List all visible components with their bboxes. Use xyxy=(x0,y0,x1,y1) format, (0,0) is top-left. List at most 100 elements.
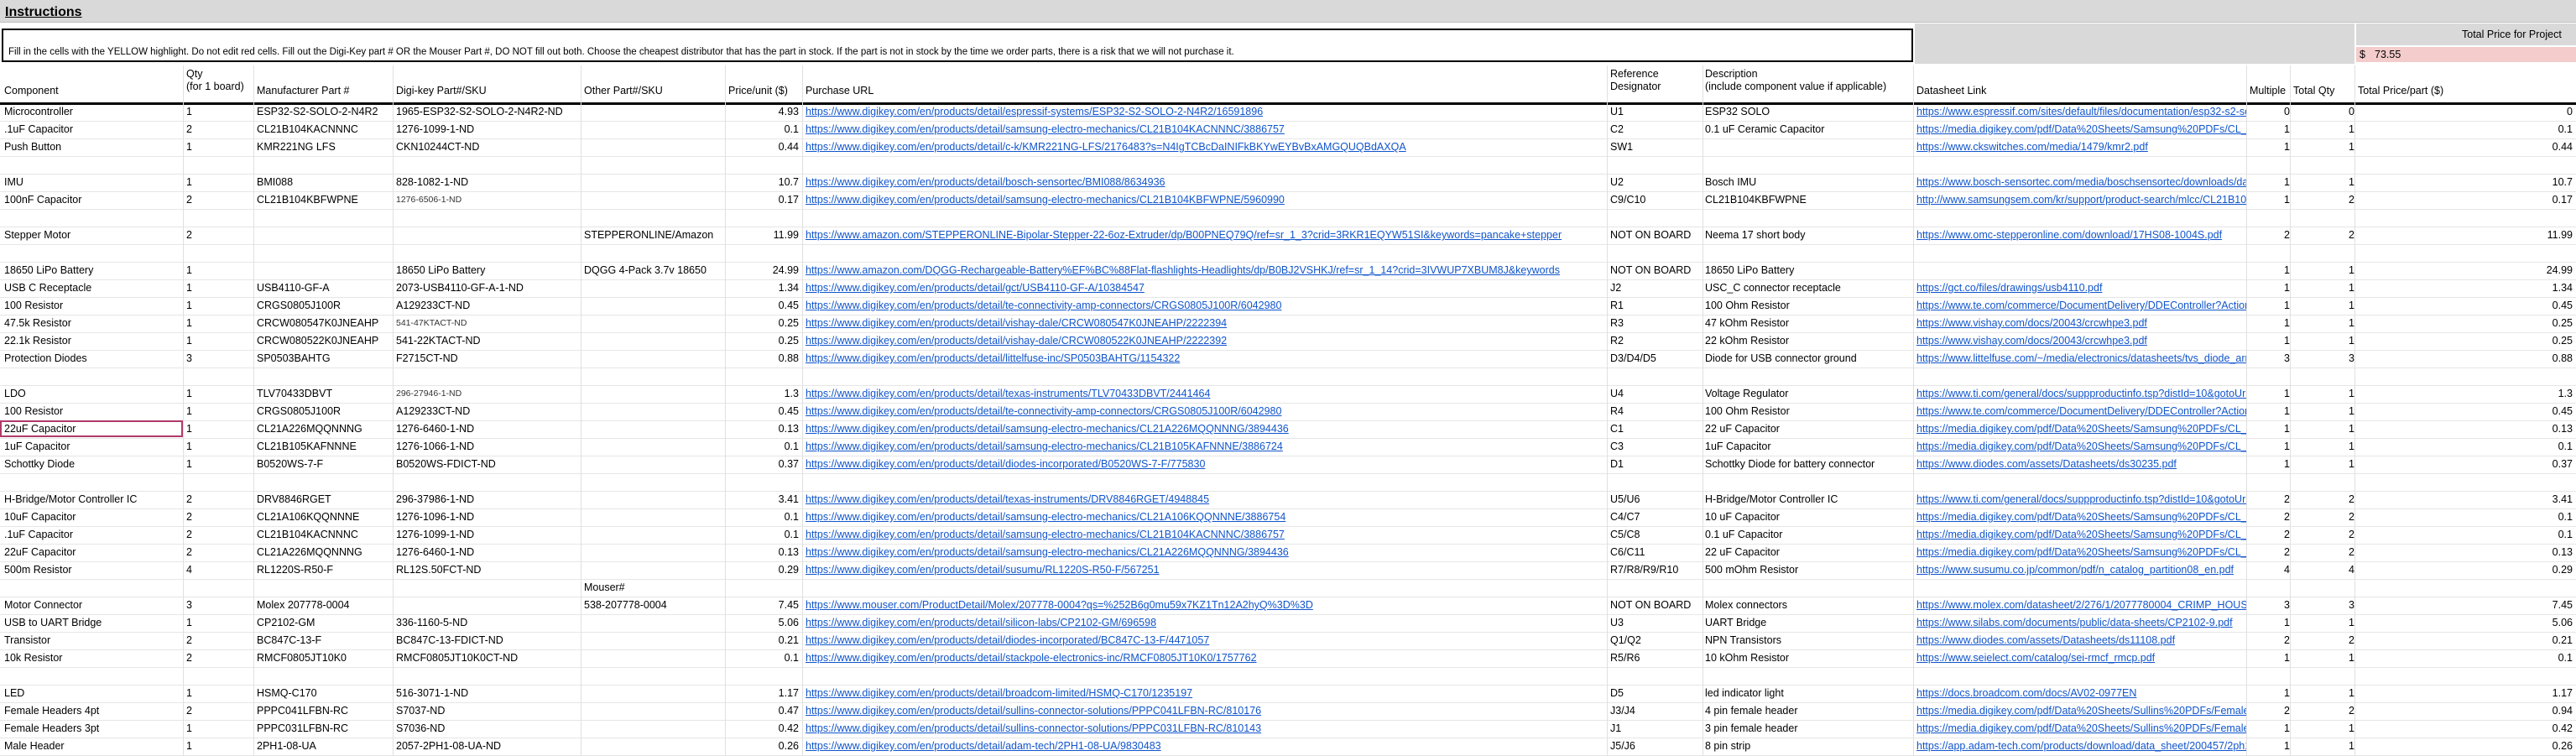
cell-price[interactable]: 1.17 xyxy=(728,687,799,700)
cell-tq[interactable]: 1 xyxy=(2293,388,2354,400)
cell-comp[interactable]: 500m Resistor xyxy=(4,564,182,576)
cell-comp[interactable]: Motor Connector xyxy=(4,599,182,612)
cell-url[interactable]: https://www.digikey.com/en/products/deta… xyxy=(806,123,1607,136)
cell-tq[interactable]: 1 xyxy=(2293,264,2354,277)
cell-tq[interactable]: 1 xyxy=(2293,617,2354,629)
cell-dk[interactable]: CKN10244CT-ND xyxy=(396,141,581,154)
cell-desc[interactable]: 0.1 uF Ceramic Capacitor xyxy=(1705,123,1913,136)
cell-mult[interactable]: 2 xyxy=(2250,529,2290,541)
cell-mfr[interactable]: CL21A106KQQNNNE xyxy=(257,511,393,524)
cell-mult[interactable]: 1 xyxy=(2250,264,2290,277)
cell-mfr[interactable]: CL21B104KBFWPNE xyxy=(257,194,393,206)
cell-tq[interactable]: 1 xyxy=(2293,722,2354,735)
cell-price[interactable]: 0.17 xyxy=(728,194,799,206)
cell-ref[interactable]: U1 xyxy=(1610,106,1703,118)
cell-comp[interactable]: Push Button xyxy=(4,141,182,154)
cell-url[interactable]: https://www.digikey.com/en/products/deta… xyxy=(806,634,1607,647)
cell-comp[interactable]: 10k Resistor xyxy=(4,652,182,665)
cell-mult[interactable]: 2 xyxy=(2250,511,2290,524)
total-price-cell[interactable]: $ 73.55 xyxy=(2356,47,2576,62)
cell-tq[interactable]: 2 xyxy=(2293,194,2354,206)
cell-tp[interactable]: 1.34 xyxy=(2358,282,2573,295)
cell-tp[interactable]: 0.45 xyxy=(2358,300,2573,312)
cell-price[interactable]: 0.42 xyxy=(728,722,799,735)
cell-comp[interactable]: Female Headers 4pt xyxy=(4,705,182,717)
cell-mult[interactable]: 1 xyxy=(2250,194,2290,206)
cell-qty[interactable]: 1 xyxy=(186,458,253,471)
cell-mult[interactable]: 1 xyxy=(2250,423,2290,435)
cell-qty[interactable]: 1 xyxy=(186,405,253,418)
cell-tq[interactable]: 1 xyxy=(2293,458,2354,471)
cell-price[interactable]: 11.99 xyxy=(728,229,799,242)
cell-url[interactable]: https://www.digikey.com/en/products/deta… xyxy=(806,705,1607,717)
cell-desc[interactable]: 18650 LiPo Battery xyxy=(1705,264,1913,277)
cell-mult[interactable]: 3 xyxy=(2250,352,2290,365)
cell-qty[interactable]: 1 xyxy=(186,106,253,118)
cell-mult[interactable]: 1 xyxy=(2250,617,2290,629)
cell-price[interactable]: 1.3 xyxy=(728,388,799,400)
cell-ref[interactable]: C3 xyxy=(1610,441,1703,453)
cell-tp[interactable]: 0 xyxy=(2358,106,2573,118)
cell-tp[interactable]: 0.21 xyxy=(2358,634,2573,647)
cell-ref[interactable]: C5/C8 xyxy=(1610,529,1703,541)
cell-mfr[interactable]: RMCF0805JT10K0 xyxy=(257,652,393,665)
cell-desc[interactable]: USC_C connector receptacle xyxy=(1705,282,1913,295)
cell-qty[interactable]: 1 xyxy=(186,317,253,330)
cell-ds[interactable]: https://app.adam-tech.com/products/downl… xyxy=(1916,740,2246,753)
cell-dk[interactable]: 828-1082-1-ND xyxy=(396,176,581,189)
cell-dk[interactable]: 336-1160-5-ND xyxy=(396,617,581,629)
cell-mfr[interactable]: DRV8846RGET xyxy=(257,493,393,506)
cell-tq[interactable]: 1 xyxy=(2293,176,2354,189)
cell-comp[interactable]: Male Header xyxy=(4,740,182,753)
cell-dk[interactable]: 516-3071-1-ND xyxy=(396,687,581,700)
cell-dk[interactable]: 1276-6460-1-ND xyxy=(396,546,581,559)
cell-other[interactable]: STEPPERONLINE/Amazon xyxy=(584,229,725,242)
cell-url[interactable]: https://www.digikey.com/en/products/deta… xyxy=(806,300,1607,312)
cell-qty[interactable]: 1 xyxy=(186,176,253,189)
cell-qty[interactable]: 1 xyxy=(186,740,253,753)
cell-ds[interactable]: https://www.bosch-sensortec.com/media/bo… xyxy=(1916,176,2246,189)
cell-tq[interactable]: 1 xyxy=(2293,441,2354,453)
cell-comp[interactable]: LDO xyxy=(4,388,182,400)
cell-qty[interactable]: 2 xyxy=(186,705,253,717)
cell-qty[interactable]: 2 xyxy=(186,229,253,242)
cell-url[interactable]: https://www.digikey.com/en/products/deta… xyxy=(806,405,1607,418)
cell-ref[interactable]: R2 xyxy=(1610,335,1703,347)
cell-price[interactable]: 0.1 xyxy=(728,441,799,453)
cell-ds[interactable]: https://media.digikey.com/pdf/Data%20She… xyxy=(1916,423,2246,435)
cell-qty[interactable]: 2 xyxy=(186,123,253,136)
cell-tq[interactable]: 1 xyxy=(2293,141,2354,154)
cell-ref[interactable]: C1 xyxy=(1610,423,1703,435)
cell-url[interactable]: https://www.digikey.com/en/products/deta… xyxy=(806,423,1607,435)
cell-url[interactable]: https://www.digikey.com/en/products/deta… xyxy=(806,564,1607,576)
cell-tq[interactable]: 3 xyxy=(2293,599,2354,612)
cell-mfr[interactable]: CRCW080547K0JNEAHP xyxy=(257,317,393,330)
cell-ds[interactable]: https://www.diodes.com/assets/Datasheets… xyxy=(1916,458,2246,471)
cell-price[interactable]: 0.13 xyxy=(728,546,799,559)
cell-mfr[interactable]: CRCW080522K0JNEAHP xyxy=(257,335,393,347)
cell-qty[interactable]: 2 xyxy=(186,634,253,647)
cell-desc[interactable]: 500 mOhm Resistor xyxy=(1705,564,1913,576)
cell-mfr[interactable]: SP0503BAHTG xyxy=(257,352,393,365)
cell-tq[interactable]: 1 xyxy=(2293,740,2354,753)
cell-tq[interactable]: 3 xyxy=(2293,352,2354,365)
cell-desc[interactable]: ESP32 SOLO xyxy=(1705,106,1913,118)
cell-comp[interactable]: 100 Resistor xyxy=(4,405,182,418)
cell-desc[interactable]: Neema 17 short body xyxy=(1705,229,1913,242)
cell-desc[interactable]: 22 uF Capacitor xyxy=(1705,546,1913,559)
cell-comp[interactable]: LED xyxy=(4,687,182,700)
cell-qty[interactable]: 1 xyxy=(186,335,253,347)
cell-mfr[interactable]: KMR221NG LFS xyxy=(257,141,393,154)
cell-url[interactable]: https://www.digikey.com/en/products/deta… xyxy=(806,546,1607,559)
cell-url[interactable]: https://www.digikey.com/en/products/deta… xyxy=(806,282,1607,295)
cell-ref[interactable]: U2 xyxy=(1610,176,1703,189)
cell-dk[interactable]: 2073-USB4110-GF-A-1-ND xyxy=(396,282,581,295)
cell-tq[interactable]: 0 xyxy=(2293,106,2354,118)
cell-mult[interactable]: 2 xyxy=(2250,634,2290,647)
cell-ds[interactable]: http://www.samsungsem.com/kr/support/pro… xyxy=(1916,194,2246,206)
cell-url[interactable]: https://www.digikey.com/en/products/deta… xyxy=(806,511,1607,524)
cell-price[interactable]: 0.21 xyxy=(728,634,799,647)
cell-qty[interactable]: 2 xyxy=(186,529,253,541)
cell-qty[interactable]: 2 xyxy=(186,511,253,524)
cell-price[interactable]: 10.7 xyxy=(728,176,799,189)
